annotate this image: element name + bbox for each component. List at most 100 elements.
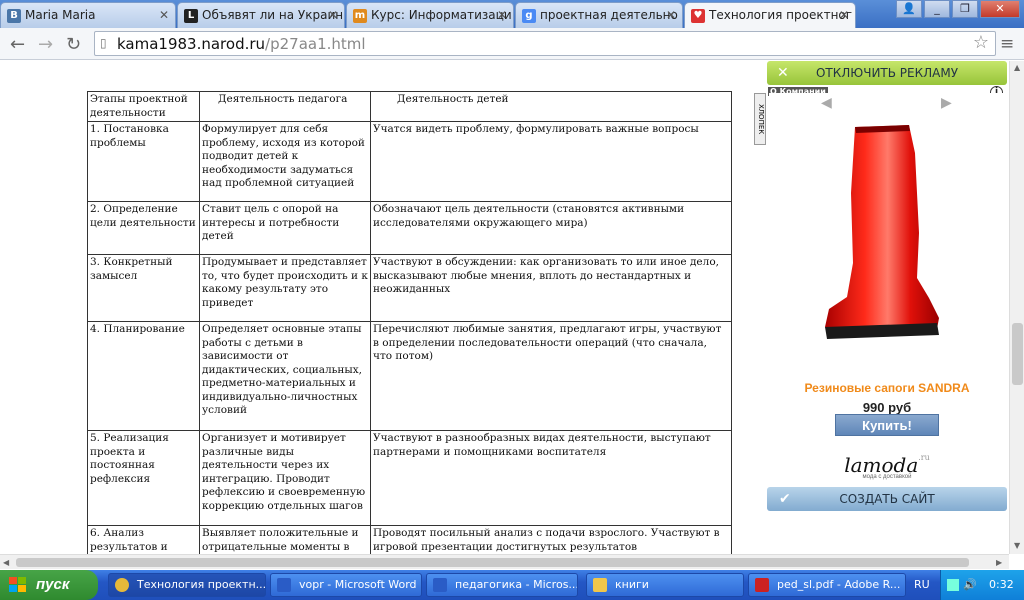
url-path: /p27aa1.html xyxy=(265,35,366,53)
task-label: vopr - Microsoft Word xyxy=(299,578,417,591)
table-cell: Участвуют в обсуждении: как организовать… xyxy=(370,254,732,322)
close-icon[interactable]: ✕ xyxy=(497,8,507,22)
table-cell: Учатся видеть проблему, формулировать ва… xyxy=(370,121,732,202)
table-cell: 5. Реализация проекта и постоянная рефле… xyxy=(87,430,200,526)
column-header: Деятельность педагога xyxy=(199,91,371,122)
table-cell: Формулирует для себя проблему, исходя из… xyxy=(199,121,371,202)
task-word-vopr[interactable]: vopr - Microsoft Word xyxy=(270,573,422,597)
prev-arrow-icon[interactable]: ◀ xyxy=(821,95,832,111)
minimize-button[interactable]: _ xyxy=(924,0,950,18)
buy-button[interactable]: Купить! xyxy=(835,414,939,436)
windows-logo-icon xyxy=(9,577,26,592)
create-site-label: СОЗДАТЬ САЙТ xyxy=(839,492,935,506)
table-cell: Определяет основные этапы работы с детьм… xyxy=(199,321,371,431)
tab-label: Технология проектног xyxy=(709,8,853,22)
chrome-icon xyxy=(115,578,129,592)
tab-1[interactable]: B Maria Maria ✕ xyxy=(0,2,176,28)
disable-ads-button[interactable]: ✕ ОТКЛЮЧИТЬ РЕКЛАМУ xyxy=(767,61,1007,85)
close-icon: ✕ xyxy=(777,65,789,81)
table-row: 3. Конкретный замысел Продумывает и пред… xyxy=(87,254,732,322)
create-site-button[interactable]: ✔ СОЗДАТЬ САЙТ xyxy=(767,487,1007,511)
table-cell: 1. Постановка проблемы xyxy=(87,121,200,202)
scroll-up-icon[interactable]: ▲ xyxy=(1014,63,1020,72)
brand-tagline: мода с доставкой xyxy=(862,474,912,480)
reload-icon[interactable]: ↻ xyxy=(66,34,81,55)
red-boot-image[interactable] xyxy=(769,113,1005,373)
table-cell: 4. Планирование xyxy=(87,321,200,431)
horizontal-scrollbar[interactable]: ◀ ▶ xyxy=(0,554,1009,569)
product-title[interactable]: Резиновые сапоги SANDRA xyxy=(769,381,1005,395)
vk-icon: B xyxy=(7,9,21,23)
heart-icon: ♥ xyxy=(691,9,705,23)
horizontal-scroll-thumb[interactable] xyxy=(16,558,969,567)
table-cell: Ставит цель с опорой на интересы и потре… xyxy=(199,201,371,255)
vertical-scroll-thumb[interactable] xyxy=(1012,323,1023,385)
table-row: 4. Планирование Определяет основные этап… xyxy=(87,321,732,431)
product-ad[interactable]: ◀ ▶ Резиновые сапоги SANDRA 990 руб Купи… xyxy=(769,93,1005,485)
language-indicator[interactable]: RU xyxy=(914,570,930,600)
word-icon xyxy=(277,578,291,592)
forward-arrow-icon[interactable]: → xyxy=(38,34,53,55)
brand-suffix: .ru xyxy=(918,453,930,462)
table-cell: Перечисляют любимые занятия, предлагают … xyxy=(370,321,732,431)
task-label: книги xyxy=(615,578,649,591)
folder-icon xyxy=(593,578,607,592)
table-row: 6. Анализ результатов и Выявляет положит… xyxy=(87,525,732,554)
google-icon: g xyxy=(522,9,536,23)
back-arrow-icon[interactable]: ← xyxy=(10,34,25,55)
table-cell: 3. Конкретный замысел xyxy=(87,254,200,322)
table-cell: Выявляет положительные и отрицательные м… xyxy=(199,525,371,554)
browser-toolbar: ← → ↻ ▯ kama1983.narod.ru/p27aa1.html ☆ … xyxy=(0,28,1024,60)
close-icon[interactable]: ✕ xyxy=(159,8,169,22)
side-ad-tab[interactable]: ХЛОПЕК xyxy=(754,93,766,145)
close-icon[interactable]: ✕ xyxy=(666,8,676,22)
scroll-down-icon[interactable]: ▼ xyxy=(1014,541,1020,550)
table-cell: Проводят посильный анализ с подачи взрос… xyxy=(370,525,732,554)
tab-4[interactable]: g проектная деятельно ✕ xyxy=(515,2,683,28)
tab-label: Объявят ли на Украин xyxy=(202,8,344,22)
system-tray: 🔊 0:32 xyxy=(940,570,1024,600)
pdf-icon xyxy=(755,578,769,592)
task-label: Технология проектн... xyxy=(137,578,266,591)
address-bar[interactable]: ▯ kama1983.narod.ru/p27aa1.html ☆ xyxy=(94,31,996,56)
tab-2[interactable]: L Объявят ли на Украин ✕ xyxy=(177,2,345,28)
table-cell: 6. Анализ результатов и xyxy=(87,525,200,554)
tab-3[interactable]: m Курс: Информатизаци ✕ xyxy=(346,2,514,28)
volume-icon[interactable]: 🔊 xyxy=(963,570,977,600)
task-label: ped_sl.pdf - Adobe R... xyxy=(777,578,901,591)
user-icon[interactable]: 👤 xyxy=(896,0,922,18)
close-icon[interactable]: ✕ xyxy=(328,8,338,22)
tab-5-active[interactable]: ♥ Технология проектног ✕ xyxy=(684,2,856,29)
task-pdf[interactable]: ped_sl.pdf - Adobe R... xyxy=(748,573,906,597)
scroll-left-icon[interactable]: ◀ xyxy=(3,558,9,567)
word-icon xyxy=(433,578,447,592)
start-label: пуск xyxy=(36,576,70,593)
star-icon[interactable]: ☆ xyxy=(973,32,989,53)
checkmark-icon: ✔ xyxy=(779,491,791,507)
browser-tab-strip: B Maria Maria ✕ L Объявят ли на Украин ✕… xyxy=(0,0,1024,29)
product-price: 990 руб xyxy=(862,400,912,415)
restore-button[interactable]: ❐ xyxy=(952,0,978,18)
table-cell: Участвуют в разнообразных видах деятельн… xyxy=(370,430,732,526)
windows-taskbar: пуск Технология проектн... vopr - Micros… xyxy=(0,570,1024,600)
tab-label: проектная деятельно xyxy=(540,8,678,22)
table-row: 1. Постановка проблемы Формулирует для с… xyxy=(87,121,732,202)
network-icon[interactable] xyxy=(947,579,959,591)
clock[interactable]: 0:32 xyxy=(989,570,1014,600)
start-button[interactable]: пуск xyxy=(0,570,98,600)
lamoda-logo[interactable]: lamoda.ru мода с доставкой xyxy=(769,453,1005,480)
table-cell: Продумывает и представляет то, что будет… xyxy=(199,254,371,322)
task-chrome[interactable]: Технология проектн... xyxy=(108,573,266,597)
table-row: 5. Реализация проекта и постоянная рефле… xyxy=(87,430,732,526)
table-row: 2. Определение цели деятельности Ставит … xyxy=(87,201,732,255)
close-icon[interactable]: ✕ xyxy=(839,8,849,22)
task-word-pedagogika[interactable]: педагогика - Micros... xyxy=(426,573,578,597)
next-arrow-icon[interactable]: ▶ xyxy=(941,95,952,111)
close-window-button[interactable]: ✕ xyxy=(980,0,1020,18)
scroll-right-icon[interactable]: ▶ xyxy=(996,558,1002,567)
task-label: педагогика - Micros... xyxy=(455,578,578,591)
task-folder-knigi[interactable]: книги xyxy=(586,573,744,597)
l-icon: L xyxy=(184,9,198,23)
vertical-scrollbar[interactable]: ▲ ▼ xyxy=(1009,61,1024,554)
menu-icon[interactable]: ≡ xyxy=(1000,34,1014,54)
